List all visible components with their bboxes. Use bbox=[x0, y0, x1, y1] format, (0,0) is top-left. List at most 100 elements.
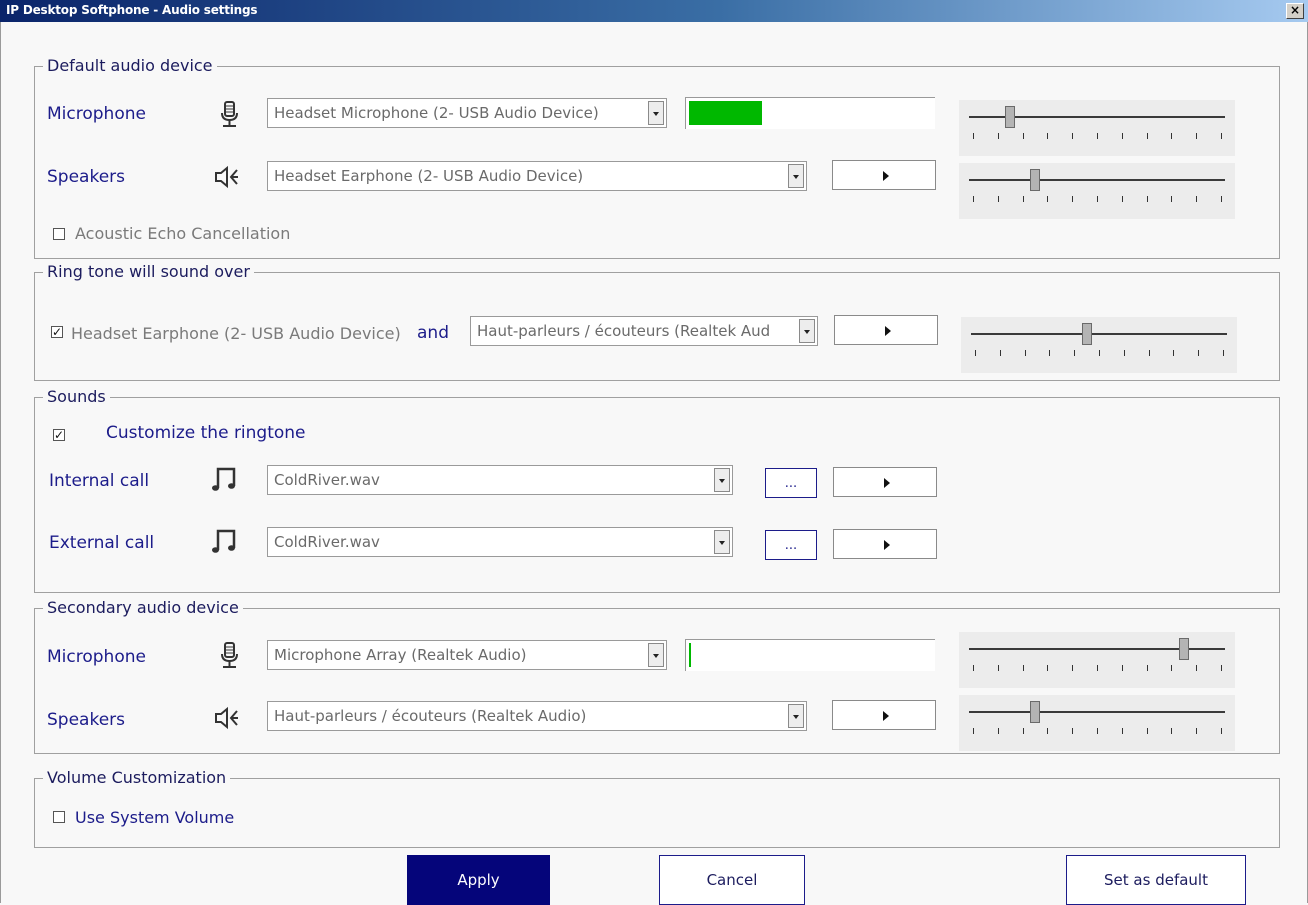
slider-tick bbox=[1196, 665, 1197, 671]
slider-tick bbox=[1171, 665, 1172, 671]
slider-tick bbox=[1196, 133, 1197, 139]
slider-tick bbox=[1072, 133, 1073, 139]
default-microphone-volume-slider[interactable] bbox=[959, 100, 1235, 156]
secondary-speakers-play-button[interactable] bbox=[832, 700, 936, 730]
slider-tick bbox=[1097, 133, 1098, 139]
slider-tick bbox=[1023, 665, 1024, 671]
slider-tick bbox=[1000, 350, 1001, 356]
slider-tick bbox=[1147, 728, 1148, 734]
slider-thumb[interactable] bbox=[1030, 169, 1040, 191]
slider-tick bbox=[1147, 133, 1148, 139]
slider-tick bbox=[998, 665, 999, 671]
apply-button[interactable]: Apply bbox=[407, 855, 550, 905]
slider-tick bbox=[1074, 350, 1075, 356]
ring-secondary-select[interactable]: Haut-parleurs / écouteurs (Realtek Aud bbox=[470, 316, 818, 346]
secondary-device-legend: Secondary audio device bbox=[43, 598, 243, 618]
slider-tick bbox=[1147, 196, 1148, 202]
slider-tick bbox=[1171, 196, 1172, 202]
default-speakers-play-button[interactable] bbox=[832, 160, 936, 190]
default-speakers-value: Headset Earphone (2- USB Audio Device) bbox=[274, 167, 584, 185]
secondary-speakers-select[interactable]: Haut-parleurs / écouteurs (Realtek Audio… bbox=[267, 701, 807, 731]
echo-cancellation-label: Acoustic Echo Cancellation bbox=[75, 224, 291, 243]
slider-thumb[interactable] bbox=[1005, 106, 1015, 128]
internal-call-select[interactable]: ColdRiver.wav bbox=[267, 465, 733, 495]
default-speakers-volume-slider[interactable] bbox=[959, 163, 1235, 219]
customize-ringtone-checkbox[interactable]: ✓ bbox=[53, 429, 65, 441]
secondary-microphone-volume-slider[interactable] bbox=[959, 632, 1235, 688]
set-default-button[interactable]: Set as default bbox=[1066, 855, 1246, 905]
slider-tick bbox=[1047, 133, 1048, 139]
slider-tick bbox=[1122, 133, 1123, 139]
external-call-label: External call bbox=[49, 533, 155, 553]
slider-tick bbox=[973, 196, 974, 202]
slider-tick bbox=[1023, 196, 1024, 202]
system-volume-checkbox[interactable] bbox=[53, 811, 65, 823]
external-call-browse-button[interactable]: ... bbox=[765, 530, 817, 560]
slider-tick bbox=[1147, 665, 1148, 671]
music-note-icon bbox=[212, 529, 236, 553]
close-button[interactable]: × bbox=[1286, 3, 1304, 19]
ring-primary-checkbox[interactable]: ✓ bbox=[51, 326, 63, 338]
ring-primary-label: Headset Earphone (2- USB Audio Device) bbox=[71, 324, 401, 343]
chevron-down-icon[interactable] bbox=[648, 643, 664, 667]
cancel-button[interactable]: Cancel bbox=[659, 855, 805, 905]
slider-tick bbox=[1097, 196, 1098, 202]
default-speakers-select[interactable]: Headset Earphone (2- USB Audio Device) bbox=[267, 161, 807, 191]
internal-call-play-button[interactable] bbox=[833, 467, 937, 497]
slider-tick bbox=[1198, 350, 1199, 356]
ring-play-button[interactable] bbox=[834, 315, 938, 345]
sounds-legend: Sounds bbox=[43, 387, 110, 407]
slider-tick bbox=[1196, 196, 1197, 202]
chevron-down-icon[interactable] bbox=[788, 164, 804, 188]
chevron-down-icon[interactable] bbox=[714, 468, 730, 492]
slider-tick bbox=[1122, 728, 1123, 734]
slider-ticks bbox=[973, 665, 1222, 671]
slider-tick bbox=[1221, 665, 1222, 671]
secondary-speakers-label: Speakers bbox=[47, 710, 126, 730]
internal-call-value: ColdRiver.wav bbox=[274, 471, 380, 489]
slider-tick bbox=[1025, 350, 1026, 356]
slider-thumb[interactable] bbox=[1179, 638, 1189, 660]
ring-tone-legend: Ring tone will sound over bbox=[43, 262, 254, 282]
speaker-icon bbox=[215, 165, 238, 189]
ring-and-label: and bbox=[417, 323, 449, 343]
slider-thumb[interactable] bbox=[1030, 701, 1040, 723]
echo-cancellation-checkbox[interactable] bbox=[53, 228, 65, 240]
slider-tick bbox=[1171, 728, 1172, 734]
slider-tick bbox=[1047, 196, 1048, 202]
dialog-body: Default audio device Microphone Headset … bbox=[0, 22, 1308, 905]
default-device-legend: Default audio device bbox=[43, 56, 217, 76]
slider-thumb[interactable] bbox=[1082, 323, 1092, 345]
ring-secondary-value: Haut-parleurs / écouteurs (Realtek Aud bbox=[477, 322, 771, 340]
chevron-down-icon[interactable] bbox=[788, 704, 804, 728]
speaker-icon bbox=[215, 706, 238, 730]
external-call-play-button[interactable] bbox=[833, 529, 937, 559]
default-microphone-select[interactable]: Headset Microphone (2- USB Audio Device) bbox=[267, 98, 667, 128]
secondary-speakers-volume-slider[interactable] bbox=[959, 695, 1235, 751]
system-volume-label: Use System Volume bbox=[75, 808, 235, 827]
slider-tick bbox=[1171, 133, 1172, 139]
slider-tick bbox=[1047, 728, 1048, 734]
chevron-down-icon[interactable] bbox=[799, 319, 815, 343]
default-speakers-label: Speakers bbox=[47, 167, 126, 187]
slider-track bbox=[969, 711, 1225, 713]
secondary-microphone-level-fill bbox=[689, 643, 691, 667]
secondary-microphone-select[interactable]: Microphone Array (Realtek Audio) bbox=[267, 640, 667, 670]
secondary-microphone-label: Microphone bbox=[47, 647, 146, 667]
external-call-select[interactable]: ColdRiver.wav bbox=[267, 527, 733, 557]
ring-volume-slider[interactable] bbox=[961, 317, 1237, 373]
default-microphone-value: Headset Microphone (2- USB Audio Device) bbox=[274, 104, 599, 122]
slider-ticks bbox=[973, 728, 1222, 734]
slider-tick bbox=[998, 728, 999, 734]
chevron-down-icon[interactable] bbox=[714, 530, 730, 554]
slider-tick bbox=[1223, 350, 1224, 356]
title-bar: IP Desktop Softphone - Audio settings × bbox=[0, 0, 1308, 22]
secondary-microphone-level-meter bbox=[685, 639, 935, 671]
internal-call-browse-button[interactable]: ... bbox=[765, 468, 817, 498]
secondary-speakers-value: Haut-parleurs / écouteurs (Realtek Audio… bbox=[274, 707, 587, 725]
slider-tick bbox=[998, 133, 999, 139]
chevron-down-icon[interactable] bbox=[648, 101, 664, 125]
slider-tick bbox=[973, 133, 974, 139]
slider-ticks bbox=[975, 350, 1224, 356]
slider-tick bbox=[1072, 728, 1073, 734]
